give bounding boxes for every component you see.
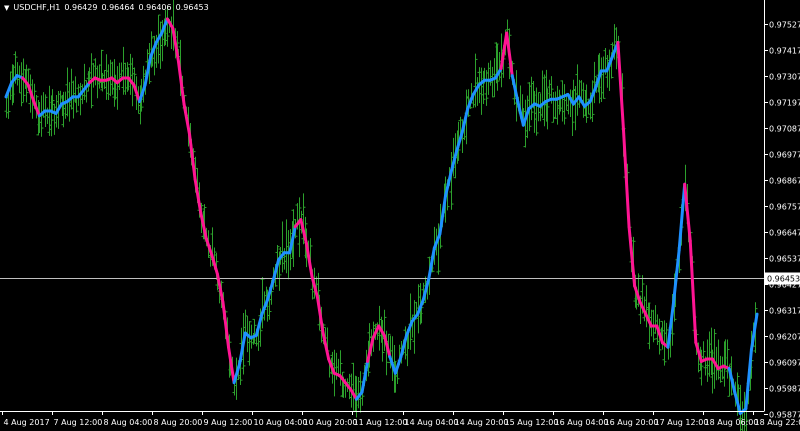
moving-average-segment (304, 241, 314, 278)
price-tick-label: 0.97197 (769, 99, 800, 108)
price-tick-label: 0.96647 (769, 229, 800, 238)
price-tick-label: 0.97307 (769, 73, 800, 82)
symbol-timeframe: USDCHF,H1 (13, 3, 61, 12)
moving-average-segment (710, 357, 720, 370)
price-bars-layer (4, 0, 758, 431)
price-tick-label: 0.96537 (769, 255, 800, 264)
moving-average-segment (621, 128, 631, 229)
open-price: 0.96429 (64, 3, 98, 12)
moving-average-segment (382, 333, 392, 359)
price-tick-label: 0.96977 (769, 151, 800, 160)
time-tick-label: 4 Aug 2017 (4, 418, 50, 427)
time-tick-label: 8 Aug 20:00 (154, 418, 203, 427)
time-tick-label: 14 Aug 20:00 (455, 418, 509, 427)
moving-average-segment (432, 232, 442, 250)
symbol-header: ▼ USDCHF,H1 0.96429 0.96464 0.96406 0.96… (4, 3, 209, 13)
price-tick-label: 0.96867 (769, 177, 800, 186)
price-tick-label: 0.96757 (769, 203, 800, 212)
time-tick-label: 10 Aug 04:00 (254, 418, 308, 427)
time-tick-label: 15 Aug 12:00 (505, 418, 559, 427)
moving-average-segment (254, 312, 264, 337)
price-tick-label: 0.97527 (769, 21, 800, 30)
price-tick-label: 0.96317 (769, 307, 800, 316)
low-price: 0.96406 (138, 3, 172, 12)
current-price-label: 0.96453 (767, 275, 800, 284)
time-tick-label: 18 Aug 22:00 (755, 418, 800, 427)
moving-average-segment (393, 355, 403, 375)
price-tick-label: 0.97417 (769, 47, 800, 56)
time-tick-label: 16 Aug 04:00 (555, 418, 609, 427)
time-tick-label: 8 Aug 04:00 (104, 418, 153, 427)
price-chart[interactable]: 0.97527 0.97417 0.97307 0.97197 0.97087 0.969… (0, 0, 800, 431)
current-price-marker: 0.96453 (765, 272, 800, 285)
time-tick-label: 10 Aug 20:00 (304, 418, 358, 427)
moving-average-segment (688, 239, 698, 344)
price-tick-label: 0.96097 (769, 359, 800, 368)
moving-average-segment (405, 319, 414, 337)
price-tick-label: 0.97087 (769, 125, 800, 134)
time-tick-label: 18 Aug 06:00 (705, 418, 759, 427)
price-tick-label: 0.95987 (769, 385, 800, 394)
moving-average-layer (4, 17, 759, 415)
time-tick-label: 16 Aug 20:00 (605, 418, 659, 427)
time-tick-label: 17 Aug 12:00 (655, 418, 709, 427)
time-scale[interactable]: 4 Aug 2017 7 Aug 12:00 8 Aug 04:00 8 Aug 20… (2, 411, 800, 427)
moving-average-segment (265, 279, 275, 302)
time-tick-label: 11 Aug 12:00 (354, 418, 408, 427)
moving-average-segment (316, 296, 325, 335)
moving-average-segment (749, 312, 759, 352)
price-tick-label: 0.96207 (769, 333, 800, 342)
close-price: 0.96453 (175, 3, 209, 12)
moving-average-segment (176, 59, 186, 106)
time-tick-label: 7 Aug 12:00 (54, 418, 103, 427)
time-tick-label: 14 Aug 04:00 (405, 418, 459, 427)
high-price: 0.96464 (101, 3, 135, 12)
chart-window[interactable]: 0.97527 0.97417 0.97307 0.97197 0.97087 0.969… (0, 0, 800, 431)
price-scale[interactable]: 0.97527 0.97417 0.97307 0.97197 0.97087 0.969… (764, 21, 800, 420)
time-tick-label: 9 Aug 12:00 (204, 418, 253, 427)
collapse-arrow-icon[interactable]: ▼ (4, 3, 9, 13)
